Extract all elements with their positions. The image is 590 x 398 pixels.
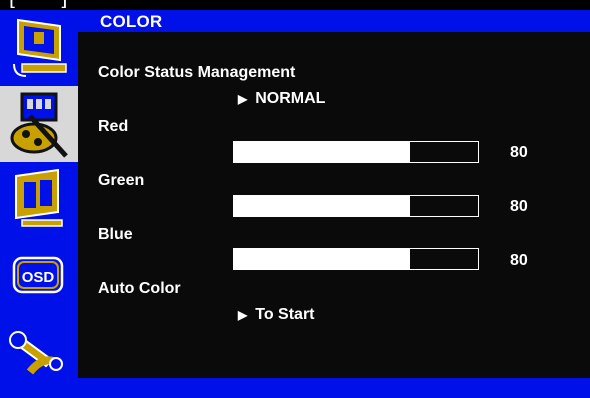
- blue-slider-fill: [234, 249, 410, 269]
- auto-color-label: Auto Color: [98, 280, 181, 297]
- red-slider-fill: [234, 142, 410, 162]
- blue-label: Blue: [98, 226, 133, 243]
- bracket-left: [: [8, 0, 17, 10]
- display-position-icon: [15, 168, 63, 227]
- picture-adjust-icon: [13, 18, 67, 77]
- sidebar-item-osd[interactable]: OSD: [0, 238, 78, 314]
- red-value: 80: [510, 144, 528, 161]
- green-slider-fill: [234, 196, 410, 216]
- arrow-right-icon: ▶: [238, 92, 248, 106]
- blue-slider[interactable]: [233, 248, 479, 270]
- svg-text:OSD: OSD: [22, 269, 55, 286]
- auto-color-option[interactable]: ▶ To Start: [238, 306, 315, 324]
- osd-icon: OSD: [12, 256, 64, 294]
- bottom-bar: [78, 378, 590, 398]
- green-label: Green: [98, 172, 145, 189]
- sidebar-item-position[interactable]: [0, 162, 78, 238]
- color-menu-panel: Color Status Management ▶ NORMAL Red 80 G…: [78, 32, 590, 378]
- title-bar: COLOR: [78, 10, 590, 32]
- blue-value: 80: [510, 252, 528, 269]
- green-value: 80: [510, 198, 528, 215]
- auto-color-value: To Start: [255, 306, 315, 323]
- color-status-option[interactable]: ▶ NORMAL: [238, 90, 325, 108]
- page-title: COLOR: [100, 12, 163, 31]
- color-status-label: Color Status Management: [98, 64, 296, 81]
- sidebar-item-color[interactable]: [0, 86, 78, 162]
- osd-menu: [ ] OSD COLOR Color Status Management ▶ …: [0, 0, 590, 398]
- green-slider[interactable]: [233, 195, 479, 217]
- color-status-value: NORMAL: [255, 90, 326, 107]
- tools-wrench-icon: [9, 331, 63, 375]
- sidebar-item-tools[interactable]: [0, 314, 78, 390]
- top-strip: [ ]: [0, 0, 590, 10]
- sidebar: OSD: [0, 10, 78, 398]
- color-palette-icon: [10, 92, 68, 158]
- bracket-right: ]: [60, 0, 69, 10]
- red-slider[interactable]: [233, 141, 479, 163]
- red-label: Red: [98, 118, 129, 135]
- sidebar-item-picture[interactable]: [0, 10, 78, 86]
- arrow-right-icon: ▶: [238, 308, 248, 322]
